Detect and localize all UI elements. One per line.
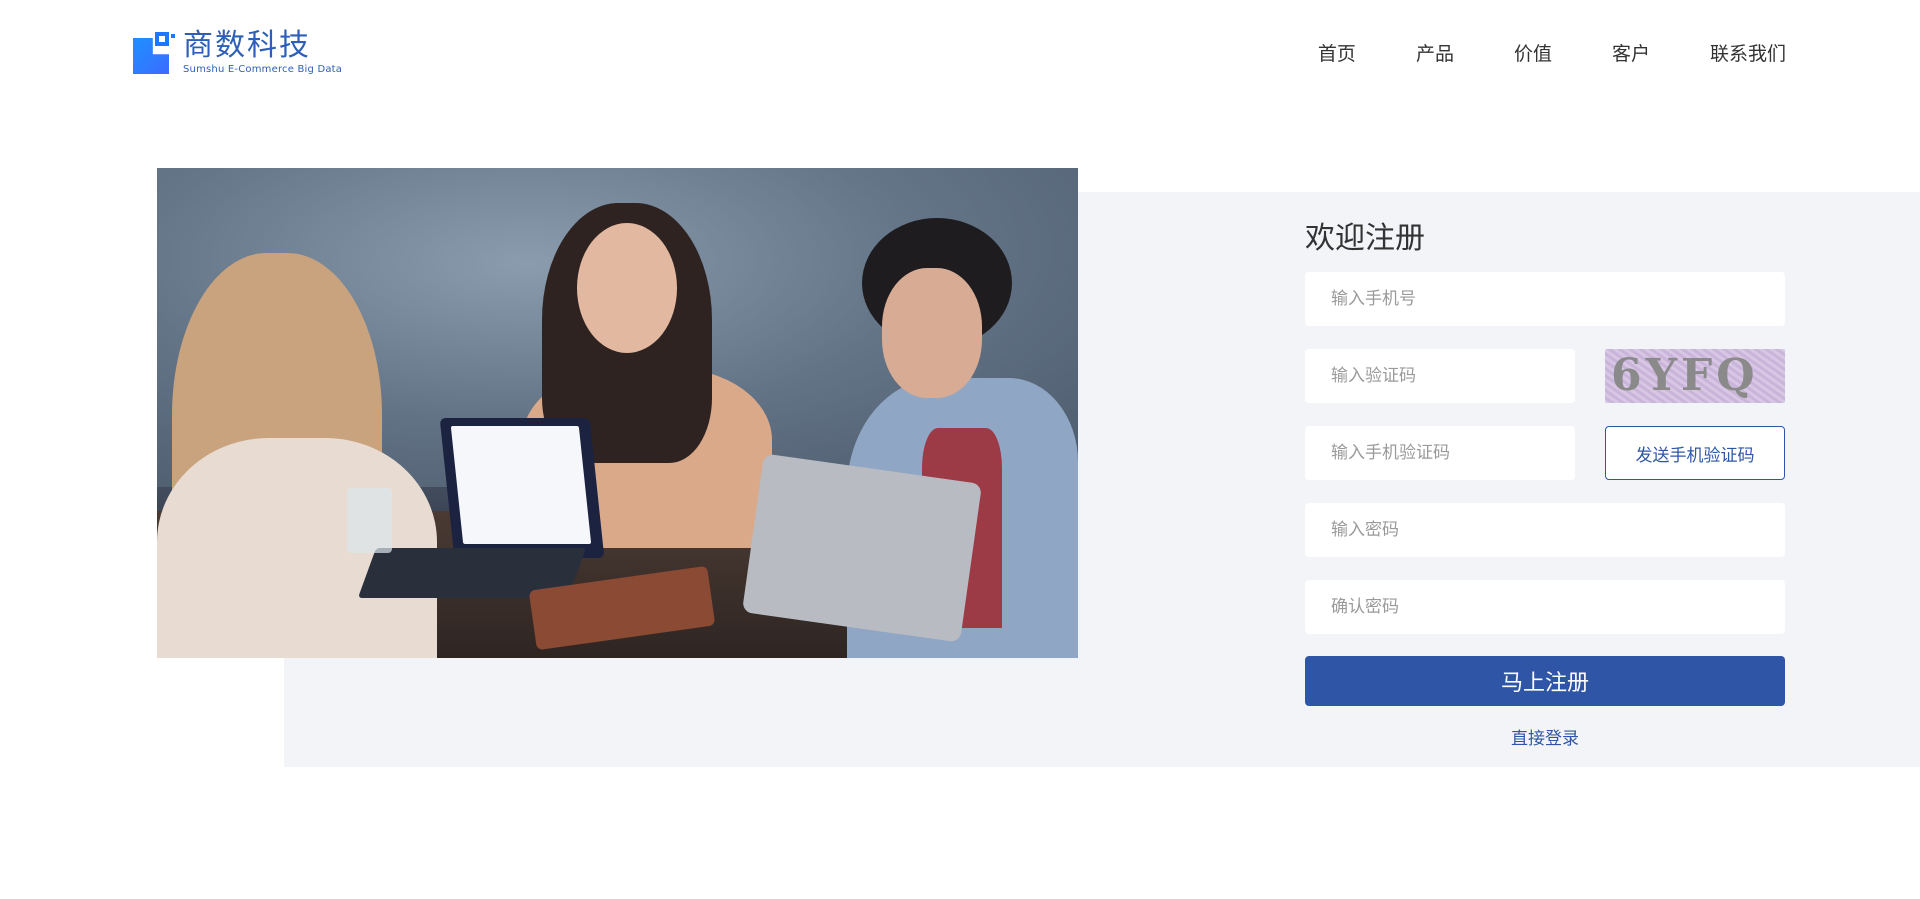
register-form: 欢迎注册 6YFQ 发送手机验证码 马上注册 直接登录 — [1305, 218, 1785, 749]
brand-name-cn: 商数科技 — [183, 28, 311, 63]
nav-item-contact[interactable]: 联系我们 — [1710, 42, 1786, 66]
sms-code-row: 发送手机验证码 — [1305, 426, 1785, 480]
nav-item-products[interactable]: 产品 — [1416, 42, 1454, 66]
nav-item-home[interactable]: 首页 — [1318, 42, 1356, 66]
confirm-password-input[interactable] — [1305, 580, 1785, 634]
site-header: 商数科技 Sumshu E-Commerce Big Data 首页 产品 价值… — [0, 0, 1920, 110]
register-submit-button[interactable]: 马上注册 — [1305, 656, 1785, 706]
sms-code-input[interactable] — [1305, 426, 1575, 480]
password-input[interactable] — [1305, 503, 1785, 557]
brand-logo-text: 商数科技 Sumshu E-Commerce Big Data — [183, 30, 342, 76]
main-nav: 首页 产品 价值 客户 联系我们 — [1318, 42, 1786, 66]
captcha-image[interactable]: 6YFQ — [1605, 349, 1785, 403]
hero-photo — [157, 168, 1078, 658]
direct-login-link[interactable]: 直接登录 — [1305, 724, 1785, 749]
captcha-input[interactable] — [1305, 349, 1575, 403]
phone-input[interactable] — [1305, 272, 1785, 326]
brand-logo[interactable]: 商数科技 Sumshu E-Commerce Big Data — [133, 30, 342, 76]
nav-item-value[interactable]: 价值 — [1514, 42, 1552, 66]
captcha-row: 6YFQ — [1305, 349, 1785, 403]
send-sms-code-button[interactable]: 发送手机验证码 — [1605, 426, 1785, 480]
brand-logo-icon — [133, 32, 177, 74]
register-title: 欢迎注册 — [1305, 221, 1425, 256]
nav-item-customers[interactable]: 客户 — [1612, 42, 1650, 66]
brand-name-en: Sumshu E-Commerce Big Data — [183, 64, 343, 75]
